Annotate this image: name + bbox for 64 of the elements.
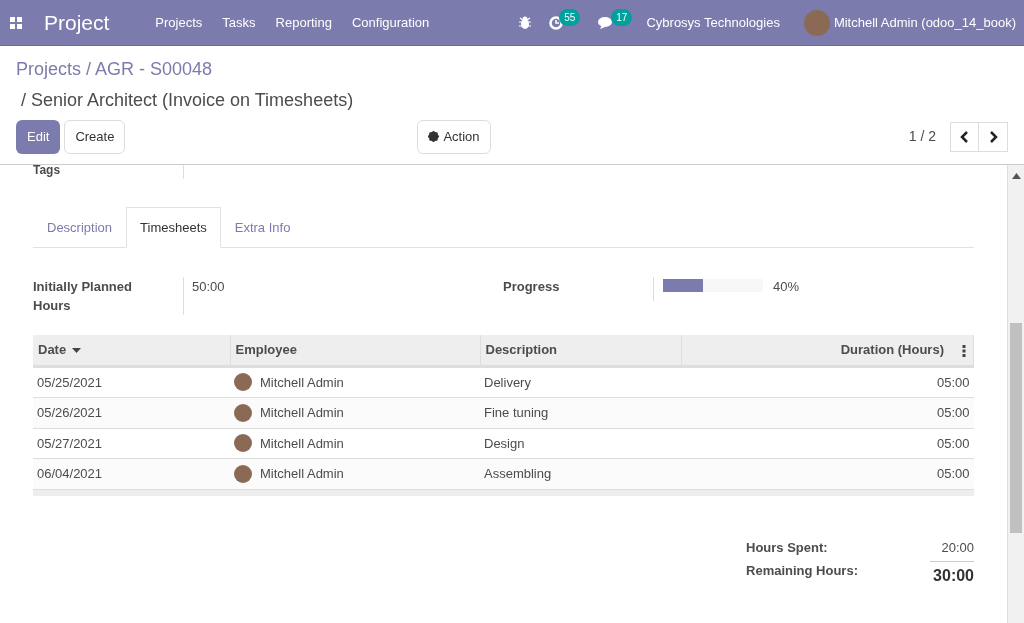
field-label: Progress bbox=[503, 278, 561, 296]
duration-cell: 05:00 bbox=[936, 374, 970, 390]
employee-name: Mitchell Admin bbox=[260, 465, 344, 483]
remaining-value: 30:00 bbox=[933, 567, 974, 584]
sort-caret-icon bbox=[72, 348, 82, 354]
progress-reading: 40% bbox=[773, 278, 800, 296]
tab[interactable]: Description bbox=[33, 206, 127, 248]
tags-label: Tags bbox=[33, 164, 62, 179]
gear-icon bbox=[428, 131, 440, 143]
employee-avatar bbox=[234, 434, 252, 453]
duration-cell: 05:00 bbox=[936, 405, 970, 420]
edit-button[interactable]: Edit bbox=[16, 120, 61, 154]
company-name[interactable]: Cybrosys Technologies bbox=[646, 12, 780, 33]
tab[interactable]: Timesheets bbox=[126, 206, 221, 248]
date-cell: 05/27/2021 bbox=[37, 435, 103, 451]
clock-icon[interactable] bbox=[549, 15, 564, 30]
description-cell: Design bbox=[484, 435, 525, 451]
total-label: Remaining Hours: bbox=[746, 562, 859, 580]
menu-item[interactable]: Tasks bbox=[222, 12, 256, 33]
menu-item[interactable]: Reporting bbox=[275, 12, 332, 33]
employee-avatar bbox=[234, 373, 252, 392]
next-button[interactable] bbox=[979, 121, 1008, 152]
field-value: 50:00 bbox=[192, 279, 225, 294]
user-avatar bbox=[803, 9, 830, 36]
employee-name: Mitchell Admin bbox=[260, 404, 344, 422]
previous-button[interactable] bbox=[950, 121, 979, 152]
date-cell: 05/25/2021 bbox=[37, 374, 103, 390]
message-count: 17 bbox=[611, 9, 633, 26]
menu-item[interactable]: Configuration bbox=[351, 12, 430, 33]
column-options-icon[interactable] bbox=[962, 344, 966, 357]
app-title[interactable]: Project bbox=[44, 6, 110, 39]
duration-cell: 05:00 bbox=[936, 466, 970, 481]
activity-count: 55 bbox=[559, 9, 581, 26]
breadcrumb-current: / Senior Architect (Invoice on Timesheets) bbox=[21, 89, 354, 112]
description-cell: Assembling bbox=[484, 466, 552, 481]
date-cell: 06/04/2021 bbox=[37, 466, 103, 481]
employee-name: Mitchell Admin bbox=[260, 434, 344, 453]
action-button[interactable]: Action bbox=[417, 120, 491, 154]
employee-avatar bbox=[234, 403, 252, 422]
field-label: Initially Planned Hours bbox=[33, 278, 133, 315]
scrollbar-thumb[interactable] bbox=[1010, 323, 1022, 533]
duration-cell: 05:00 bbox=[936, 435, 970, 451]
column-header[interactable]: Duration (Hours) bbox=[840, 342, 944, 357]
user-name[interactable]: Mitchell Admin (odoo_14_book) bbox=[833, 12, 1016, 33]
apps-menu-icon[interactable] bbox=[10, 16, 22, 29]
bug-icon[interactable] bbox=[519, 16, 532, 29]
total-label: Hours Spent: bbox=[746, 538, 829, 557]
column-header[interactable]: Employee bbox=[235, 342, 297, 357]
menu-item[interactable]: Projects bbox=[155, 12, 203, 33]
chevron-left-icon bbox=[960, 130, 969, 143]
column-header[interactable]: Description bbox=[485, 342, 557, 357]
chevron-right-icon bbox=[988, 130, 998, 143]
employee-name: Mitchell Admin bbox=[260, 373, 344, 392]
pager-value: 1 / 2 bbox=[908, 127, 936, 147]
date-cell: 05/26/2021 bbox=[37, 405, 103, 420]
employee-avatar bbox=[234, 464, 252, 483]
tab[interactable]: Extra Info bbox=[220, 206, 305, 248]
scroll-up-icon[interactable] bbox=[1011, 172, 1021, 179]
total-value: 20:00 bbox=[940, 538, 974, 557]
description-cell: Fine tuning bbox=[484, 405, 549, 420]
column-header[interactable]: Date bbox=[38, 342, 67, 357]
breadcrumb-link[interactable]: Projects / AGR - S00048 bbox=[16, 56, 213, 83]
create-button[interactable]: Create bbox=[64, 120, 126, 154]
description-cell: Delivery bbox=[484, 374, 531, 390]
